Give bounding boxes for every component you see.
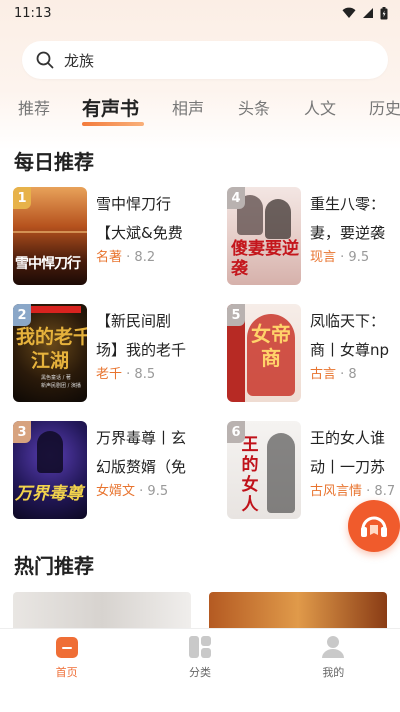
audio-player-button[interactable] (348, 500, 400, 552)
cover-credits: 黑色童话 / 著 新声民剧团 / 演播 (41, 375, 81, 389)
book-score: 8.7 (374, 484, 396, 499)
hot-section-title: 热门推荐 (14, 554, 94, 578)
book-item[interactable]: 傻妻要逆袭 4 重生八零： 妻，要逆袭 现言 · 9.5 (227, 187, 400, 287)
nav-home-label: 首页 (55, 666, 78, 679)
book-category: 古言 (310, 367, 337, 382)
book-meta: 名著 · 8.2 (96, 250, 156, 265)
book-score: 8.2 (134, 250, 156, 265)
nav-category-label: 分类 (188, 666, 211, 679)
headphones-icon (361, 516, 387, 537)
status-icons (342, 6, 388, 20)
rank-badge: 6 (227, 421, 245, 443)
nav-category[interactable]: 分类 (133, 629, 266, 712)
book-category: 现言 (310, 250, 337, 265)
wifi-icon (342, 7, 356, 18)
book-item[interactable]: 万界毒尊 3 万界毒尊丨玄 幻版赘婿（免 女婿文 · 9.5 (13, 421, 213, 521)
status-bar: 11:13 (0, 0, 400, 26)
book-category: 名著 (96, 250, 123, 265)
cover-title-top: 我的老千 (16, 326, 87, 348)
cover-title-text: 王的女人 (241, 435, 259, 515)
cover-title-text: 女帝商 (251, 322, 291, 370)
book-title-line-2: 【大斌&免费 (96, 224, 183, 242)
book-title: 雪中悍刀行 【大斌&免费 (96, 191, 216, 246)
cover-title-text: 傻妻要逆袭 (231, 239, 299, 279)
rank-badge: 2 (13, 304, 31, 326)
tab-history[interactable]: 历史 (369, 92, 400, 126)
battery-icon (380, 6, 388, 19)
book-title-line-2: 场】我的老千 (96, 341, 187, 359)
book-score: 8 (348, 367, 357, 382)
book-title-line-2: 商丨女尊np (310, 341, 390, 359)
hot-banner-right[interactable] (209, 592, 387, 628)
book-category: 古风言情 (310, 484, 363, 499)
active-tab-indicator (82, 122, 144, 126)
book-title: 王的女人谁 动丨一刀苏 (310, 425, 400, 480)
book-meta: 老千 · 8.5 (96, 367, 156, 382)
profile-icon (322, 636, 345, 658)
nav-home[interactable]: 首页 (0, 629, 133, 712)
rank-badge: 5 (227, 304, 245, 326)
rank-badge: 3 (13, 421, 31, 443)
book-title-line-1: 王的女人谁 (310, 429, 386, 447)
book-meta: 现言 · 9.5 (310, 250, 370, 265)
tab-recommend[interactable]: 推荐 (18, 92, 50, 126)
book-title-line-2: 妻，要逆袭 (310, 224, 386, 242)
tab-humanities[interactable]: 人文 (304, 92, 336, 126)
search-input[interactable]: 龙族 (64, 50, 94, 71)
book-item[interactable]: 我的老千 江湖 黑色童话 / 著 新声民剧团 / 演播 2 【新民间剧 场】我的… (13, 304, 213, 404)
book-title-line-2: 动丨一刀苏 (310, 458, 386, 476)
category-tabs: 推荐 有声书 相声 头条 人文 历史 (0, 92, 400, 128)
book-category: 女婿文 (96, 484, 136, 499)
bottom-navigation: 首页 分类 我的 (0, 628, 400, 712)
book-title-line-1: 雪中悍刀行 (96, 195, 172, 213)
book-title-line-1: 【新民间剧 (96, 312, 172, 330)
book-title: 凤临天下： 商丨女尊np (310, 308, 400, 363)
nav-profile-label: 我的 (322, 666, 345, 679)
book-meta: 古风言情 · 8.7 (310, 484, 396, 499)
book-title-line-1: 凤临天下： (310, 312, 386, 330)
book-meta: 女婿文 · 9.5 (96, 484, 169, 499)
nav-profile[interactable]: 我的 (267, 629, 400, 712)
cover-title-text: 万界毒尊 (15, 484, 83, 504)
book-title: 万界毒尊丨玄 幻版赘婿（免 (96, 425, 216, 480)
home-icon (55, 637, 78, 658)
book-score: 9.5 (348, 250, 370, 265)
rank-badge: 1 (13, 187, 31, 209)
category-icon (188, 636, 211, 658)
cover-title-bottom: 江湖 (31, 350, 70, 372)
book-item[interactable]: 女帝商 5 凤临天下： 商丨女尊np 古言 · 8 (227, 304, 400, 404)
search-icon (36, 51, 54, 69)
book-title-line-1: 重生八零： (310, 195, 386, 213)
tab-audiobook[interactable]: 有声书 (82, 92, 139, 126)
book-meta: 古言 · 8 (310, 367, 357, 382)
daily-section-title: 每日推荐 (14, 150, 94, 174)
book-title: 【新民间剧 场】我的老千 (96, 308, 216, 363)
status-time: 11:13 (14, 5, 52, 21)
rank-badge: 4 (227, 187, 245, 209)
book-item[interactable]: 雪中悍刀行 1 雪中悍刀行 【大斌&免费 名著 · 8.2 (13, 187, 213, 287)
search-bar[interactable]: 龙族 (22, 41, 388, 79)
book-title-line-2: 幻版赘婿（免 (96, 458, 187, 476)
signal-icon (363, 8, 373, 18)
book-score: 8.5 (134, 367, 156, 382)
tab-crosstalk[interactable]: 相声 (172, 92, 204, 126)
book-score: 9.5 (147, 484, 169, 499)
book-title: 重生八零： 妻，要逆袭 (310, 191, 400, 246)
book-title-line-1: 万界毒尊丨玄 (96, 429, 187, 447)
book-category: 老千 (96, 367, 123, 382)
cover-title-text: 雪中悍刀行 (15, 256, 81, 272)
tab-headlines[interactable]: 头条 (238, 92, 270, 126)
hot-banner-left[interactable] (13, 592, 191, 628)
